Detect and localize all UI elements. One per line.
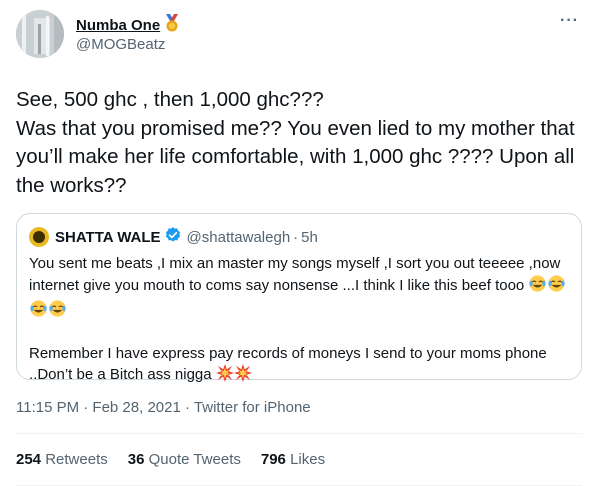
quote-tweets-stat[interactable]: 36 Quote Tweets xyxy=(128,451,241,468)
quoted-time[interactable]: 5h xyxy=(301,229,318,246)
quote-tweets-label: Quote Tweets xyxy=(148,451,241,468)
tweet-text-line-1: See, 500 ghc , then 1,000 ghc??? xyxy=(16,88,324,111)
quoted-paragraph-2-text: Remember I have express pay records of m… xyxy=(29,345,547,383)
tweet-meta: 11:15 PM · Feb 28, 2021 · Twitter for iP… xyxy=(16,399,311,416)
quoted-paragraph-1-text: You sent me beats ,I mix an master my so… xyxy=(29,255,561,294)
author-handle[interactable]: @MOGBeatz xyxy=(76,36,165,53)
avatar-photo-icon xyxy=(16,10,64,58)
likes-label: Likes xyxy=(290,451,326,468)
likes-count: 796 xyxy=(260,451,286,468)
retweets-stat[interactable]: 254 Retweets xyxy=(16,451,108,468)
quoted-tweet-text: You sent me beats ,I mix an master my so… xyxy=(29,254,571,388)
collision-emoji-icon xyxy=(215,364,234,388)
author-avatar[interactable] xyxy=(16,10,64,58)
joy-emoji-icon xyxy=(29,299,48,324)
quoted-display-name: SHATTA WALE xyxy=(55,228,161,246)
quoted-tweet-card[interactable]: SHATTA WALE @shattawalegh · 5h You sent … xyxy=(16,213,582,383)
more-options-icon[interactable]: ··· xyxy=(560,12,579,30)
joy-emoji-icon xyxy=(528,274,547,299)
collision-emoji-icon xyxy=(233,364,252,388)
quoted-author-avatar xyxy=(29,227,49,247)
tweet-text-line-2: Was that you promised me?? You even lied… xyxy=(16,116,575,197)
tweet-stats: 254 Retweets 36 Quote Tweets 796 Likes xyxy=(16,451,345,468)
medal-icon xyxy=(164,14,180,37)
meta-separator: · xyxy=(185,399,190,416)
retweets-label: Retweets xyxy=(45,451,108,468)
quoted-handle: @shattawalegh xyxy=(186,228,291,246)
quote-tweets-count: 36 xyxy=(127,451,145,468)
divider xyxy=(16,433,582,434)
author-name-row: Numba One xyxy=(76,14,180,37)
likes-stat[interactable]: 796 Likes xyxy=(261,451,325,468)
tweet-text: See, 500 ghc , then 1,000 ghc??? Was tha… xyxy=(16,86,581,200)
retweets-count: 254 xyxy=(16,451,42,468)
joy-emoji-icon xyxy=(547,274,566,299)
quoted-paragraph-2: Remember I have express pay records of m… xyxy=(29,344,571,388)
tweet: Numba One @MOGBeatz ··· See, 500 ghc , t… xyxy=(0,0,597,486)
tweet-timestamp[interactable]: 11:15 PM · Feb 28, 2021 xyxy=(16,399,181,416)
quoted-separator: · xyxy=(293,228,299,246)
verified-badge-icon xyxy=(164,226,182,248)
joy-emoji-icon xyxy=(48,299,67,324)
quoted-paragraph-1: You sent me beats ,I mix an master my so… xyxy=(29,254,571,324)
quoted-tweet-header: SHATTA WALE @shattawalegh · 5h xyxy=(29,226,318,248)
author-display-name[interactable]: Numba One xyxy=(76,17,160,34)
tweet-source[interactable]: Twitter for iPhone xyxy=(194,399,311,416)
